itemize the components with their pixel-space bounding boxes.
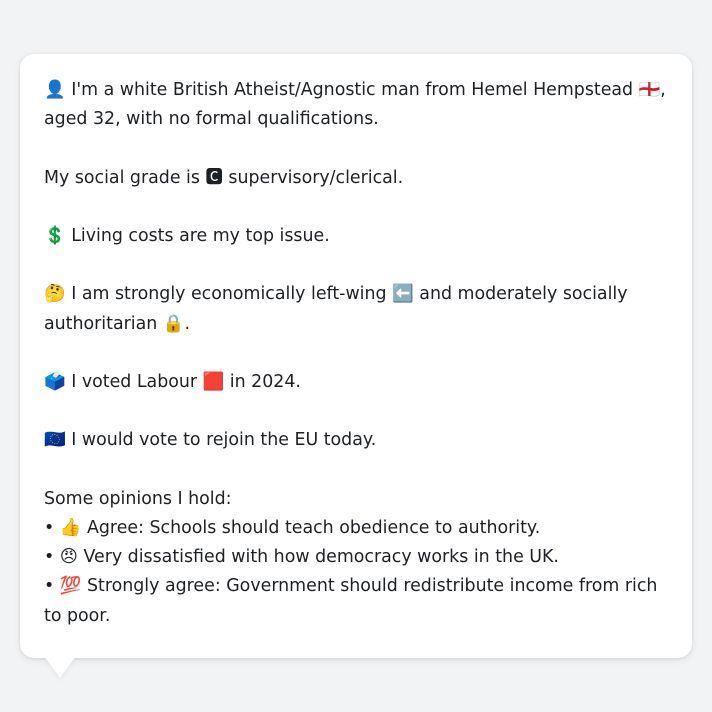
eu-flag-icon: 🇪🇺 — [44, 430, 66, 451]
eu-paragraph: 🇪🇺 I would vote to rejoin the EU today. — [44, 426, 668, 455]
vote-text-1: I voted Labour — [71, 371, 198, 392]
vote-text-2: in 2024. — [229, 371, 301, 392]
social-grade-value: supervisory/clerical. — [228, 167, 404, 188]
person-icon: 👤 — [44, 80, 66, 100]
grade-c-icon: 🅲 — [205, 167, 223, 188]
intro-text: I'm a white British Atheist/Agnostic man… — [71, 80, 634, 100]
bullet: • — [44, 576, 55, 597]
bubble-tail — [44, 656, 76, 678]
top-issue-paragraph: 💲 Living costs are my top issue. — [44, 222, 668, 251]
hundred-points-icon: 💯 — [59, 576, 82, 597]
red-square-icon: 🟥 — [202, 371, 225, 392]
dollar-icon: 💲 — [44, 225, 66, 246]
eu-text: I would vote to rejoin the EU today. — [71, 430, 377, 451]
opinion-text: Strongly agree: Government should redist… — [44, 576, 658, 626]
thumbs-up-icon: 👍 — [59, 517, 82, 538]
vote-paragraph: 🗳️ I voted Labour 🟥 in 2024. — [44, 368, 668, 397]
thinking-face-icon: 🤔 — [44, 284, 66, 305]
opinion-text: Agree: Schools should teach obedience to… — [86, 517, 541, 538]
politics-text-1: I am strongly economically left-wing — [71, 284, 387, 305]
opinions-paragraph: Some opinions I hold: • 👍 Agree: Schools… — [44, 485, 668, 631]
intro-paragraph: 👤 I'm a white British Atheist/Agnostic m… — [44, 76, 668, 134]
ballot-box-icon: 🗳️ — [44, 371, 66, 392]
politics-paragraph: 🤔 I am strongly economically left-wing ⬅… — [44, 280, 668, 338]
top-issue-text: Living costs are my top issue. — [71, 225, 330, 246]
bullet: • — [44, 517, 55, 538]
social-grade-paragraph: My social grade is 🅲 supervisory/clerica… — [44, 164, 668, 193]
list-item: • 💯 Strongly agree: Government should re… — [44, 572, 668, 630]
list-item: • 👍 Agree: Schools should teach obedienc… — [44, 514, 668, 543]
angry-face-icon: 😠 — [59, 547, 78, 568]
opinion-text: Very dissatisfied with how democracy wor… — [83, 547, 559, 568]
bullet: • — [44, 547, 55, 568]
politics-text-end: . — [184, 313, 190, 334]
lock-icon: 🔒 — [162, 313, 185, 334]
list-item: • 😠 Very dissatisfied with how democracy… — [44, 543, 668, 572]
social-grade-text: My social grade is — [44, 167, 200, 188]
england-flag-icon: 🏴󠁧󠁢󠁥󠁮󠁧󠁿 — [638, 80, 661, 100]
left-arrow-icon: ⬅️ — [392, 284, 414, 305]
opinions-heading: Some opinions I hold: — [44, 488, 232, 509]
chat-message-bubble: 👤 I'm a white British Atheist/Agnostic m… — [20, 54, 692, 658]
